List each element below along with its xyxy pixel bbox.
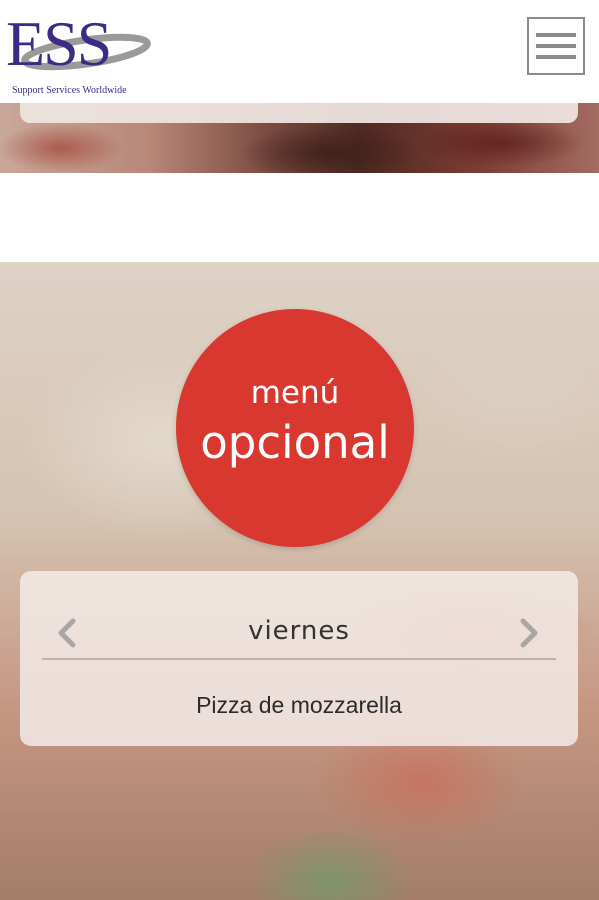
optional-menu-badge: menú opcional: [176, 309, 414, 547]
dish-name: Pizza de mozzarella: [196, 692, 402, 718]
page: ESS Support Services Worldwide menú opci…: [0, 0, 599, 900]
chevron-left-icon[interactable]: [52, 613, 82, 653]
badge-title-small: menú: [250, 375, 340, 411]
ess-logo[interactable]: ESS Support Services Worldwide: [6, 8, 158, 98]
previous-card-bottom: [20, 103, 578, 123]
daily-menu-card: viernes Pizza de mozzarella: [20, 571, 578, 746]
day-label: viernes: [248, 616, 350, 646]
card-divider: [42, 658, 556, 660]
logo-letters: ESS: [6, 8, 112, 79]
hamburger-menu-button[interactable]: [527, 17, 585, 75]
food-photo-strip: [0, 103, 599, 173]
badge-title-large: opcional: [200, 416, 390, 469]
hamburger-menu-icon-bar: [536, 55, 576, 59]
site-header: ESS Support Services Worldwide: [0, 0, 599, 103]
hamburger-menu-icon-bar: [536, 44, 576, 48]
hero-section: menú opcional viernes Pizza de mozzarell…: [0, 262, 599, 900]
chevron-right-icon[interactable]: [514, 613, 544, 653]
logo-tagline: Support Services Worldwide: [12, 85, 127, 96]
hamburger-menu-icon: [536, 33, 576, 37]
